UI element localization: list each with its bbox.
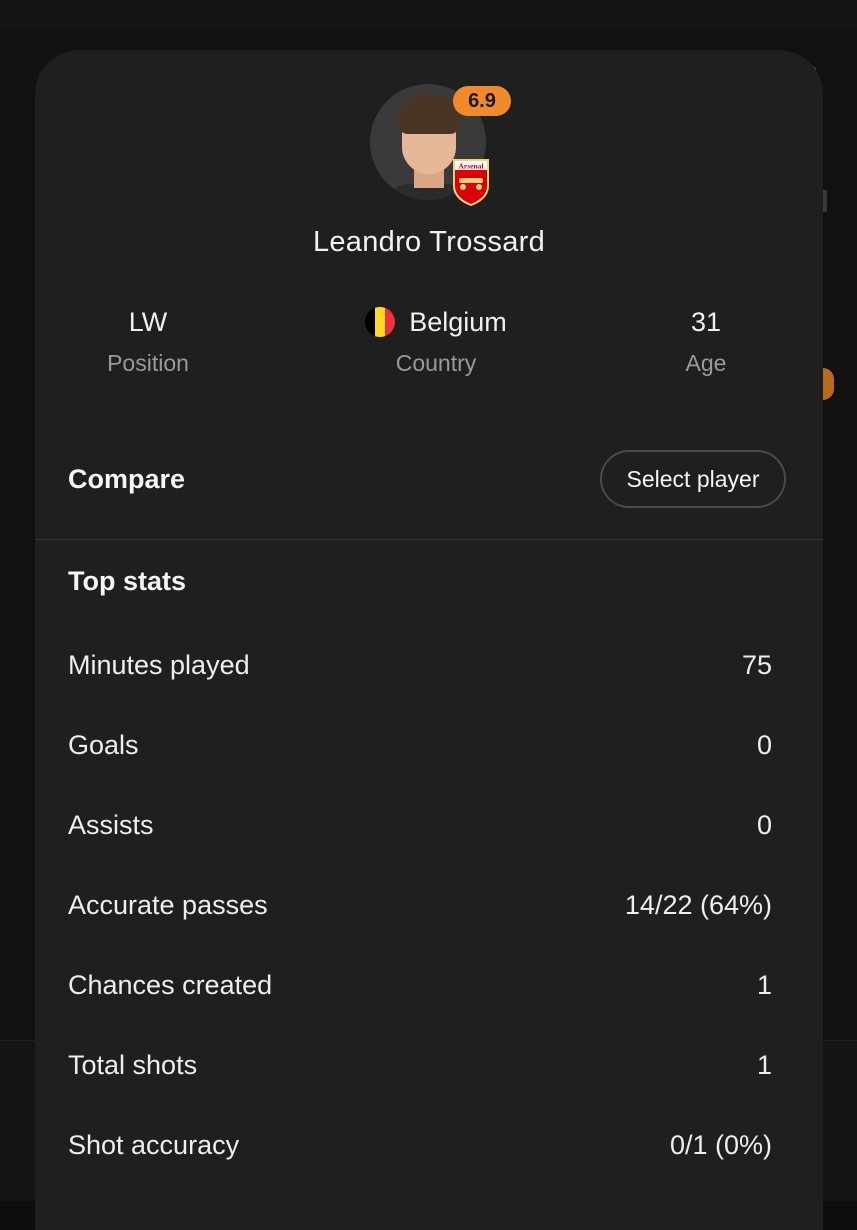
country-label: Country bbox=[395, 350, 477, 376]
country-value: Belgium bbox=[409, 307, 507, 337]
stat-row-shot-accuracy: Shot accuracy 0/1 (0%) bbox=[68, 1125, 772, 1165]
stat-label: Accurate passes bbox=[68, 889, 268, 920]
stat-row-chances-created: Chances created 1 bbox=[68, 965, 772, 1005]
player-name: Leandro Trossard bbox=[312, 226, 546, 258]
country-value-row: Belgium bbox=[326, 304, 546, 340]
stat-row-total-shots: Total shots 1 bbox=[68, 1045, 772, 1085]
stat-row-minutes-played: Minutes played 75 bbox=[68, 645, 772, 685]
info-position: LW Position bbox=[38, 304, 258, 377]
stat-label: Shot accuracy bbox=[68, 1129, 240, 1160]
stat-row-assists: Assists 0 bbox=[68, 805, 772, 845]
stat-value: 0/1 (0%) bbox=[669, 1129, 772, 1160]
stat-label: Total shots bbox=[68, 1049, 198, 1080]
crest-text: Arsenal bbox=[459, 162, 484, 171]
stat-value: 75 bbox=[741, 649, 772, 680]
stat-row-goals: Goals 0 bbox=[68, 725, 772, 765]
age-label: Age bbox=[685, 350, 727, 376]
position-label: Position bbox=[107, 350, 189, 376]
background-top-strip bbox=[0, 0, 857, 30]
stat-row-accurate-passes: Accurate passes 14/22 (64%) bbox=[68, 885, 772, 925]
age-value: 31 bbox=[690, 307, 722, 337]
info-age: 31 Age bbox=[596, 304, 816, 377]
stat-label: Minutes played bbox=[68, 649, 250, 680]
select-player-button[interactable]: Select player bbox=[600, 450, 786, 508]
info-country: Belgium Country bbox=[326, 304, 546, 377]
stat-value: 0 bbox=[756, 729, 772, 760]
player-bottom-sheet: 6.9 Arsenal Leandro Trossard LW Position… bbox=[35, 50, 823, 1230]
position-value: LW bbox=[128, 307, 168, 337]
belgium-flag-icon bbox=[365, 307, 396, 337]
top-stats-title: Top stats bbox=[68, 566, 187, 596]
section-divider bbox=[35, 539, 823, 540]
stat-label: Chances created bbox=[68, 969, 273, 1000]
stat-value: 0 bbox=[756, 809, 772, 840]
stat-value: 1 bbox=[756, 969, 772, 1000]
stat-value: 14/22 (64%) bbox=[624, 889, 772, 920]
stat-label: Goals bbox=[68, 729, 139, 760]
stat-value: 1 bbox=[756, 1049, 772, 1080]
player-rating-badge: 6.9 bbox=[453, 86, 511, 116]
arsenal-crest-icon: Arsenal bbox=[453, 159, 489, 206]
stat-label: Assists bbox=[68, 809, 154, 840]
compare-title: Compare bbox=[68, 464, 186, 494]
